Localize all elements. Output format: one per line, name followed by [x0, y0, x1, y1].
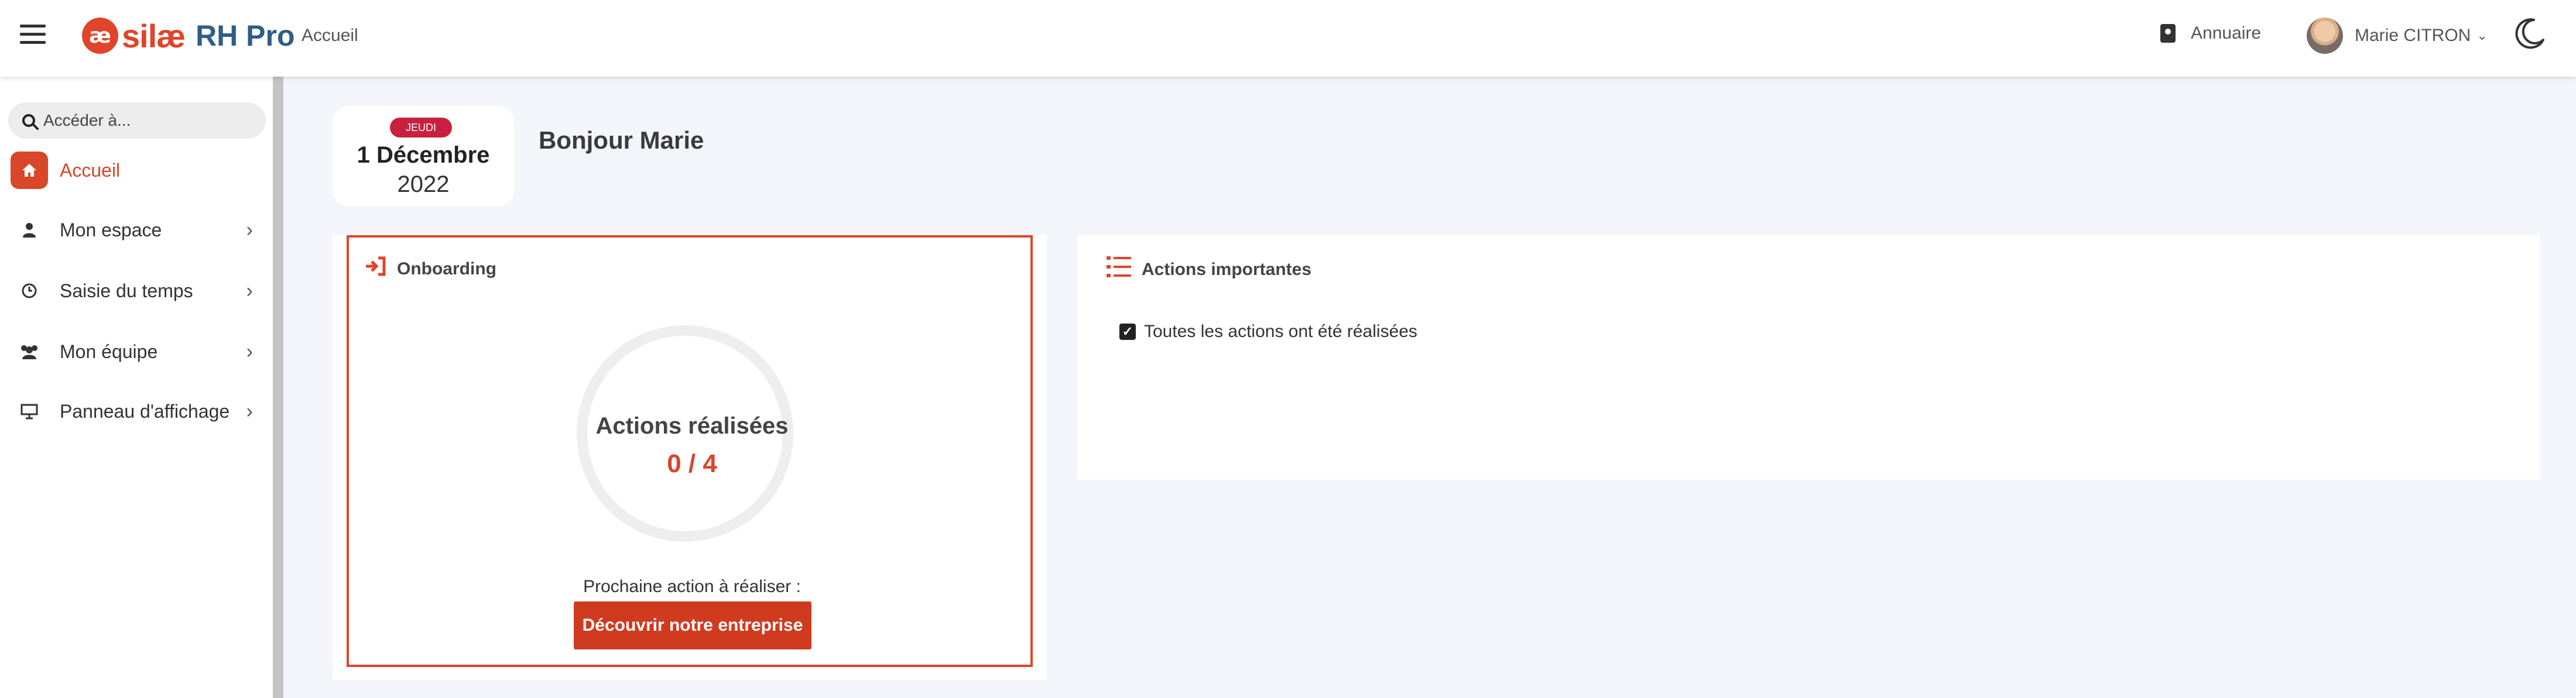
avatar [2307, 18, 2343, 54]
progress-value: 0 / 4 [667, 449, 717, 478]
onboarding-card: Onboarding Actions réalisées 0 / 4 Proch… [333, 235, 1047, 680]
clock-icon [11, 272, 48, 310]
menu-icon[interactable] [20, 25, 46, 44]
chevron-right-icon: › [246, 279, 253, 302]
important-actions-card: Actions importantes ✓ Toutes les actions… [1077, 235, 2540, 480]
weekday-badge: JEUDI [390, 118, 452, 137]
chevron-right-icon: › [246, 218, 253, 241]
logo-text: silæ [122, 17, 186, 54]
actions-title-label: Actions importantes [1142, 259, 1312, 279]
onboarding-title: Onboarding [364, 256, 496, 281]
logo-suffix: RH Pro [196, 19, 295, 52]
sidebar-item-saisie-du-temps[interactable]: Saisie du temps › [0, 267, 273, 314]
sign-in-icon [364, 256, 386, 281]
user-menu[interactable]: Marie CITRON ⌄ [2307, 18, 2488, 54]
chevron-right-icon: › [246, 400, 253, 422]
sidebar: Accéder à... Accueil Mon espace › Saisie… [0, 77, 283, 698]
chevron-down-icon: ⌄ [2476, 28, 2488, 43]
annuaire-label: Annuaire [2191, 23, 2262, 43]
user-name: Marie CITRON [2355, 26, 2471, 45]
breadcrumb[interactable]: Accueil [302, 26, 358, 46]
actions-title: Actions importantes [1107, 255, 1311, 284]
sidebar-item-mon-espace[interactable]: Mon espace › [0, 207, 273, 253]
date-year: 2022 [397, 171, 450, 197]
page-title: Bonjour Marie [539, 126, 704, 154]
app-logo[interactable]: æ silæ RH Pro [82, 15, 295, 56]
board-icon [11, 393, 48, 430]
list-icon [1107, 255, 1131, 284]
next-action-button[interactable]: Découvrir notre entreprise [574, 601, 811, 649]
annuaire-link[interactable]: Annuaire [2160, 23, 2261, 43]
sidebar-item-label: Mon espace [60, 219, 162, 240]
date-day-month: 1 Décembre [357, 142, 490, 168]
home-icon [11, 152, 48, 189]
search-icon [22, 114, 35, 127]
date-card: JEUDI 1 Décembre 2022 [333, 106, 514, 207]
contact-book-icon [2160, 24, 2176, 43]
search-placeholder: Accéder à... [43, 111, 131, 129]
logo-symbol: æ [82, 18, 118, 54]
sidebar-item-mon-equipe[interactable]: Mon équipe › [0, 328, 273, 375]
onboarding-title-label: Onboarding [397, 259, 496, 278]
checkbox[interactable]: ✓ [1119, 324, 1136, 340]
search-input[interactable]: Accéder à... [8, 102, 266, 139]
top-header: æ silæ RH Pro Accueil Annuaire Marie CIT… [0, 0, 2576, 77]
action-label: Toutes les actions ont été réalisées [1144, 322, 1417, 341]
list-item: ✓ Toutes les actions ont été réalisées [1119, 322, 1417, 342]
sidebar-item-label: Accueil [60, 159, 121, 181]
onboarding-panel: Onboarding Actions réalisées 0 / 4 Proch… [347, 235, 1033, 667]
progress-label: Actions réalisées [595, 413, 789, 439]
sidebar-item-label: Mon équipe [60, 341, 158, 362]
sidebar-item-panneau-affichage[interactable]: Panneau d'affichage › [0, 388, 273, 435]
sidebar-item-accueil[interactable]: Accueil [0, 147, 273, 194]
sidebar-item-label: Saisie du temps [60, 280, 193, 301]
moon-icon[interactable] [2513, 16, 2547, 50]
chevron-right-icon: › [246, 340, 253, 363]
sidebar-item-label: Panneau d'affichage [60, 400, 230, 422]
next-action-label: Prochaine action à réaliser : [583, 577, 801, 596]
user-icon [11, 211, 48, 249]
sidebar-scrollbar[interactable] [273, 77, 283, 698]
users-icon [11, 333, 48, 370]
